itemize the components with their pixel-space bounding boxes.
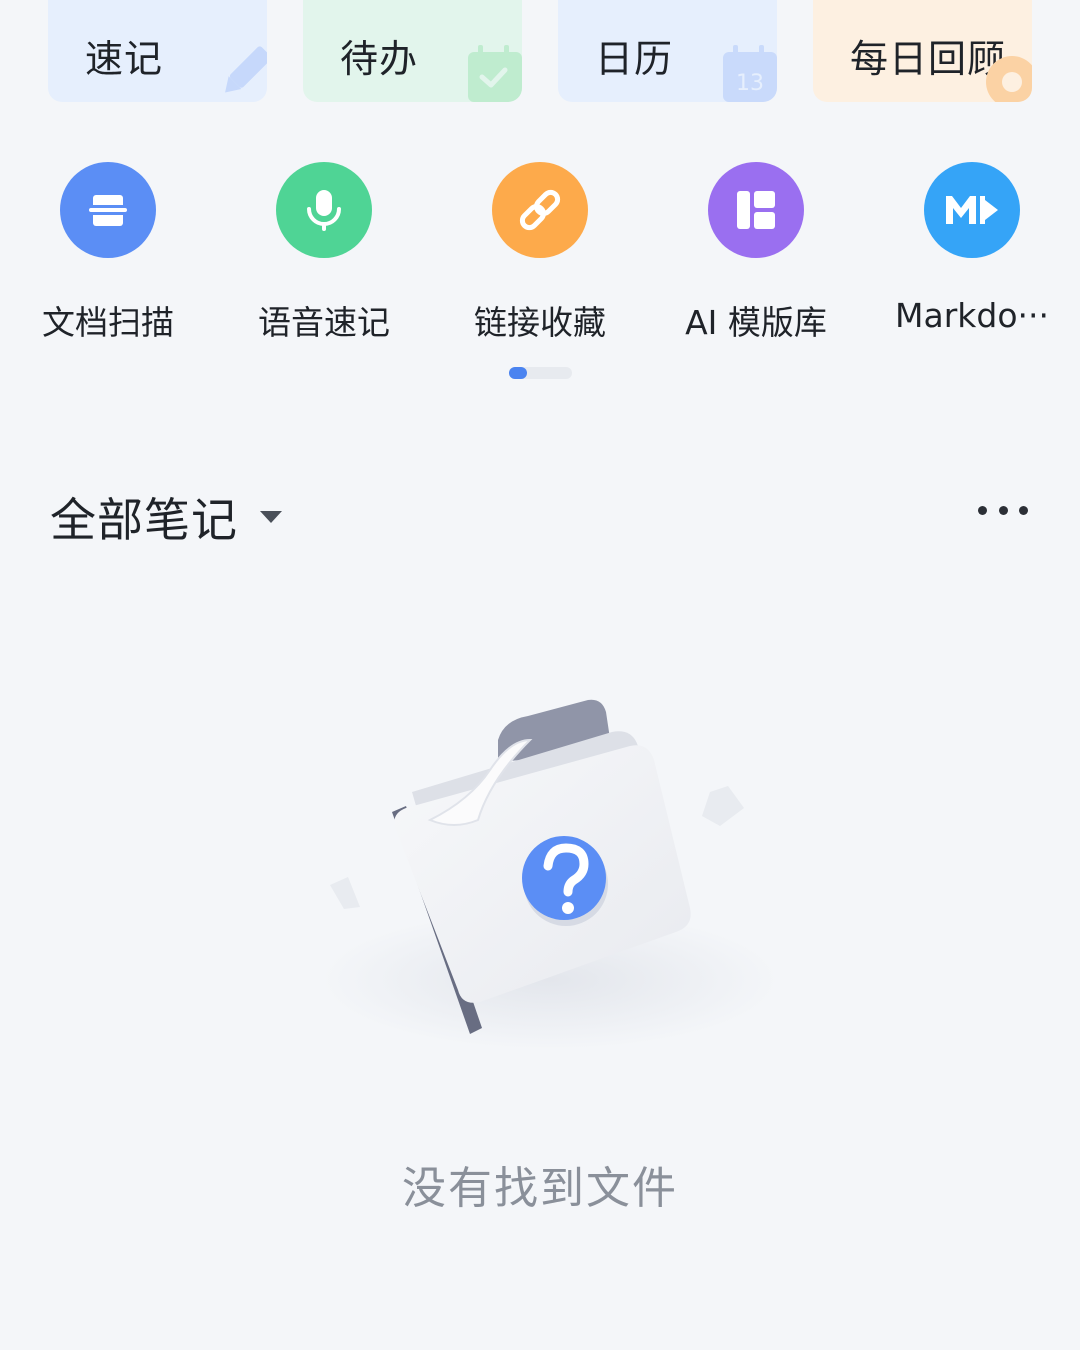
markdown-icon: [924, 162, 1020, 258]
calendar-check-icon: [468, 45, 522, 102]
feature-link-collection[interactable]: 链接收藏: [432, 162, 648, 342]
feature-voice-note-label: 语音速记: [258, 303, 390, 342]
notes-filter-dropdown[interactable]: 全部笔记: [50, 484, 284, 550]
link-icon: [492, 162, 588, 258]
more-dot: [998, 505, 1008, 515]
scan-icon: [60, 162, 156, 258]
card-calendar[interactable]: 日历 13: [558, 0, 777, 102]
feature-document-scan-label: 文档扫描: [42, 303, 174, 342]
card-calendar-label: 日历: [595, 37, 674, 81]
more-icon[interactable]: [978, 490, 1028, 530]
section-title: 全部笔记: [50, 493, 238, 547]
template-icon: [708, 162, 804, 258]
feature-markdown[interactable]: Markdo···: [864, 162, 1080, 342]
feature-ai-templates-label: AI 模版库: [685, 303, 827, 342]
feature-markdown-label: Markdo···: [895, 296, 1049, 335]
empty-folder-question-icon: [320, 699, 780, 1050]
more-dot: [1019, 505, 1028, 515]
feature-voice-note[interactable]: 语音速记: [216, 162, 432, 342]
feature-link-collection-label: 链接收藏: [474, 303, 606, 342]
quick-cards: 速记 待办 日历 13 每日回顾: [48, 0, 1032, 102]
calendar-13-icon: 13: [723, 45, 777, 102]
sun-icon: [986, 56, 1032, 102]
card-todo[interactable]: 待办: [303, 0, 522, 102]
feature-document-scan[interactable]: 文档扫描: [0, 162, 216, 342]
page-indicator: [509, 367, 572, 379]
caret-down-icon: [260, 511, 282, 523]
feature-row: 文档扫描 语音速记 链接收藏 AI 模版库 Markdo···: [0, 162, 1080, 342]
calendar-day-text: 13: [736, 71, 764, 96]
card-todo-label: 待办: [340, 37, 419, 81]
microphone-icon: [276, 162, 372, 258]
feature-ai-templates[interactable]: AI 模版库: [648, 162, 864, 342]
card-daily-review[interactable]: 每日回顾: [813, 0, 1032, 102]
empty-state-message: 没有找到文件: [402, 1163, 678, 1214]
page-indicator-active-dot: [509, 367, 527, 379]
pencil-icon: [225, 46, 267, 93]
more-dot: [978, 505, 987, 515]
card-quick-note-label: 速记: [85, 37, 164, 81]
card-quick-note[interactable]: 速记: [48, 0, 267, 102]
